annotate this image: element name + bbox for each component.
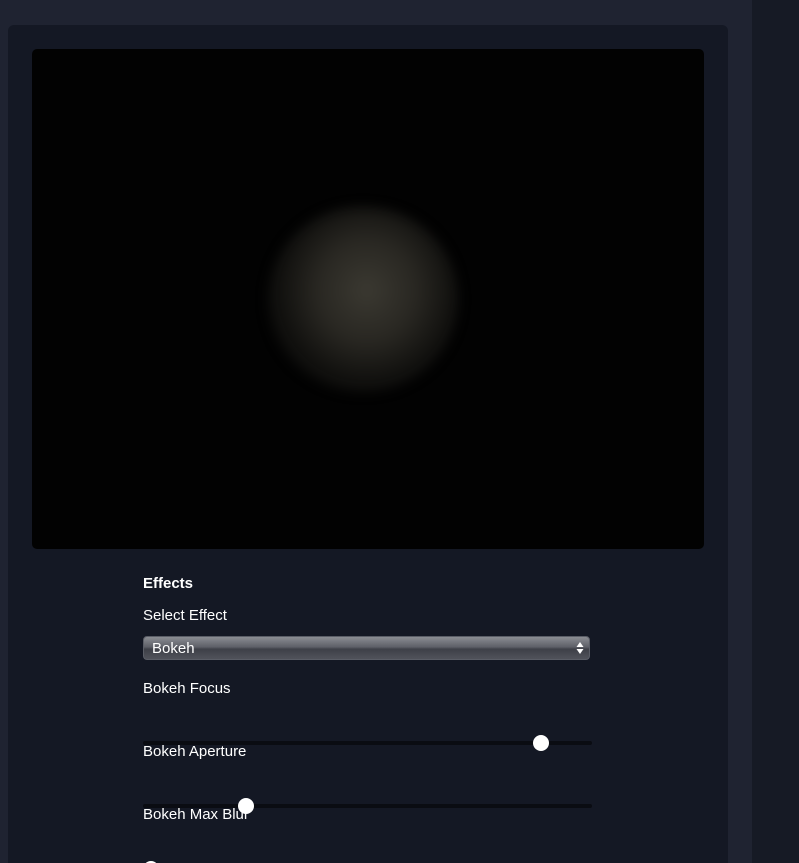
bokeh-max-blur-label: Bokeh Max Blur [143,806,249,823]
rendered-sphere [268,207,458,392]
demo-card: Effects Select Effect Bokeh Bokeh Focus … [8,25,728,863]
bokeh-focus-thumb[interactable] [532,735,549,751]
right-panel-edge [752,0,799,863]
effects-title: Effects [143,575,194,592]
app-page: Effects Select Effect Bokeh Bokeh Focus … [0,0,799,863]
effect-select[interactable]: Bokeh [143,636,590,660]
effect-select-value: Bokeh [152,640,195,657]
bokeh-aperture-label: Bokeh Aperture [143,743,247,760]
bokeh-focus-label: Bokeh Focus [143,680,231,697]
render-canvas[interactable] [32,49,704,549]
select-effect-label: Select Effect [143,607,227,624]
updown-chevron-icon [576,642,584,654]
